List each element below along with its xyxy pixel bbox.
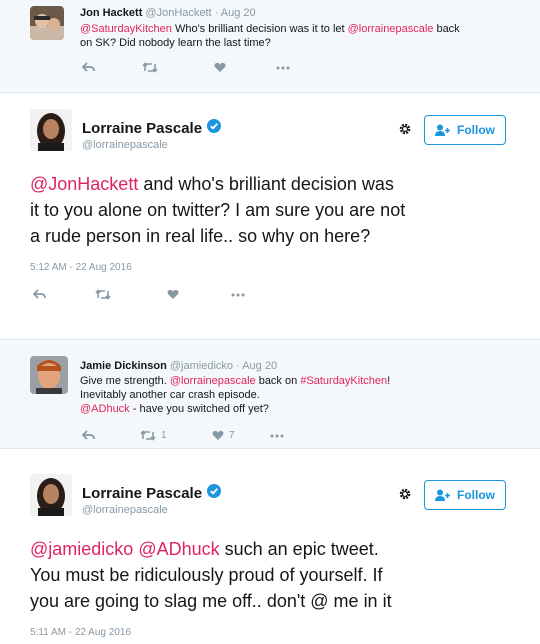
tweet-text: @jamiedicko @ADhuck such an epic tweet. …: [30, 536, 520, 614]
tweet-text-segment: Inevitably another car crash episode.: [80, 389, 260, 401]
mention-link[interactable]: @lorrainepascale: [348, 23, 434, 35]
tweet-text-segment: on SK? Did nobody learn the last time?: [80, 37, 271, 49]
tweet-text-segment: You must be ridiculously proud of yourse…: [30, 565, 383, 585]
tweet-text: Give me strength. @lorrainepascale back …: [80, 374, 520, 416]
tweet-text-segment: back: [433, 23, 460, 35]
retweet-icon[interactable]: [142, 62, 214, 73]
follow-button[interactable]: Follow: [424, 115, 506, 145]
reply-icon[interactable]: [33, 289, 95, 300]
verified-badge-icon: [207, 119, 222, 138]
tweet-text-segment: !: [387, 375, 391, 387]
author-handle[interactable]: @lorrainepascale: [82, 504, 168, 516]
tweet-timestamp[interactable]: 5:12 AM - 22 Aug 2016: [30, 262, 132, 273]
more-icon[interactable]: [231, 293, 245, 297]
mention-link[interactable]: @SaturdayKitchen: [80, 23, 172, 35]
gear-icon[interactable]: [398, 122, 412, 141]
author-handle[interactable]: @lorrainepascale: [82, 139, 168, 151]
retweet-count: 1: [161, 430, 167, 441]
avatar-jamie-dickinson[interactable]: [30, 356, 68, 394]
mention-link[interactable]: @lorrainepascale: [170, 375, 256, 387]
tweet-lorraine-pascale-2: Lorraine Pascale @lorrainepascale Follow…: [0, 449, 540, 644]
tweet-jamie-dickinson[interactable]: Jamie Dickinson @jamiedicko · Aug 20 Giv…: [0, 340, 540, 448]
more-icon[interactable]: [270, 434, 284, 438]
retweet-icon[interactable]: [95, 289, 167, 300]
add-user-icon: [435, 124, 450, 136]
tweet-text-segment: and who's brilliant decision was: [138, 174, 394, 194]
tweet-text-segment: such an epic tweet.: [219, 539, 379, 559]
avatar-jon-hackett[interactable]: [30, 6, 64, 40]
avatar-lorraine-pascale[interactable]: [30, 474, 72, 516]
tweet-text-segment: it to you alone on twitter? I am sure yo…: [30, 200, 406, 220]
tweet-actions: 1 7: [82, 430, 284, 441]
tweet-lorraine-pascale-1: Lorraine Pascale @lorrainepascale Follow…: [0, 93, 540, 339]
hashtag-link[interactable]: #SaturdayKitchen: [300, 375, 387, 387]
avatar-lorraine-pascale[interactable]: [30, 109, 72, 151]
gear-icon[interactable]: [398, 487, 412, 506]
tweet-time[interactable]: · Aug 20: [236, 360, 277, 372]
tweet-timestamp[interactable]: 5:11 AM - 22 Aug 2016: [30, 627, 131, 638]
like-icon[interactable]: [167, 289, 231, 300]
tweet-text: @SaturdayKitchen Who's brilliant decisio…: [80, 22, 520, 50]
tweet-text-segment: back on: [255, 375, 301, 387]
tweet-text: @JonHackett and who's brilliant decision…: [30, 171, 520, 249]
author-name[interactable]: Lorraine Pascale: [82, 120, 202, 138]
tweet-text-segment: you are going to slag me off.. don't @ m…: [30, 591, 392, 611]
tweet-text-segment: Who's brilliant decision was it to let: [171, 23, 348, 35]
mention-link[interactable]: @ADhuck: [80, 403, 130, 415]
mention-link[interactable]: @jamiedicko: [30, 539, 133, 559]
tweet-text-segment: Give me strength.: [80, 375, 170, 387]
author-handle[interactable]: @JonHackett: [145, 7, 211, 19]
reply-icon[interactable]: [82, 430, 140, 441]
follow-button[interactable]: Follow: [424, 480, 506, 510]
verified-badge-icon: [207, 484, 222, 503]
tweet-actions: [33, 289, 245, 300]
follow-label: Follow: [457, 123, 495, 137]
author-name[interactable]: Jon Hackett: [80, 7, 142, 19]
author-name[interactable]: Jamie Dickinson: [80, 360, 167, 372]
reply-icon[interactable]: [82, 62, 142, 73]
like-icon[interactable]: [214, 62, 276, 73]
tweet-time[interactable]: · Aug 20: [215, 7, 256, 19]
tweet-text-segment: a rude person in real life.. so why on h…: [30, 226, 371, 246]
author-name[interactable]: Lorraine Pascale: [82, 485, 202, 503]
add-user-icon: [435, 489, 450, 501]
follow-label: Follow: [457, 488, 495, 502]
mention-link[interactable]: @ADhuck: [138, 539, 219, 559]
tweet-text-segment: - have you switched off yet?: [129, 403, 269, 415]
retweet-icon[interactable]: 1: [140, 430, 212, 441]
mention-link[interactable]: @JonHackett: [30, 174, 138, 194]
more-icon[interactable]: [276, 66, 290, 70]
like-count: 7: [229, 430, 235, 441]
like-icon[interactable]: 7: [212, 430, 270, 441]
author-handle[interactable]: @jamiedicko: [170, 360, 233, 372]
tweet-jon-hackett[interactable]: Jon Hackett @JonHackett · Aug 20 @Saturd…: [0, 0, 540, 92]
tweet-actions: [82, 62, 290, 73]
